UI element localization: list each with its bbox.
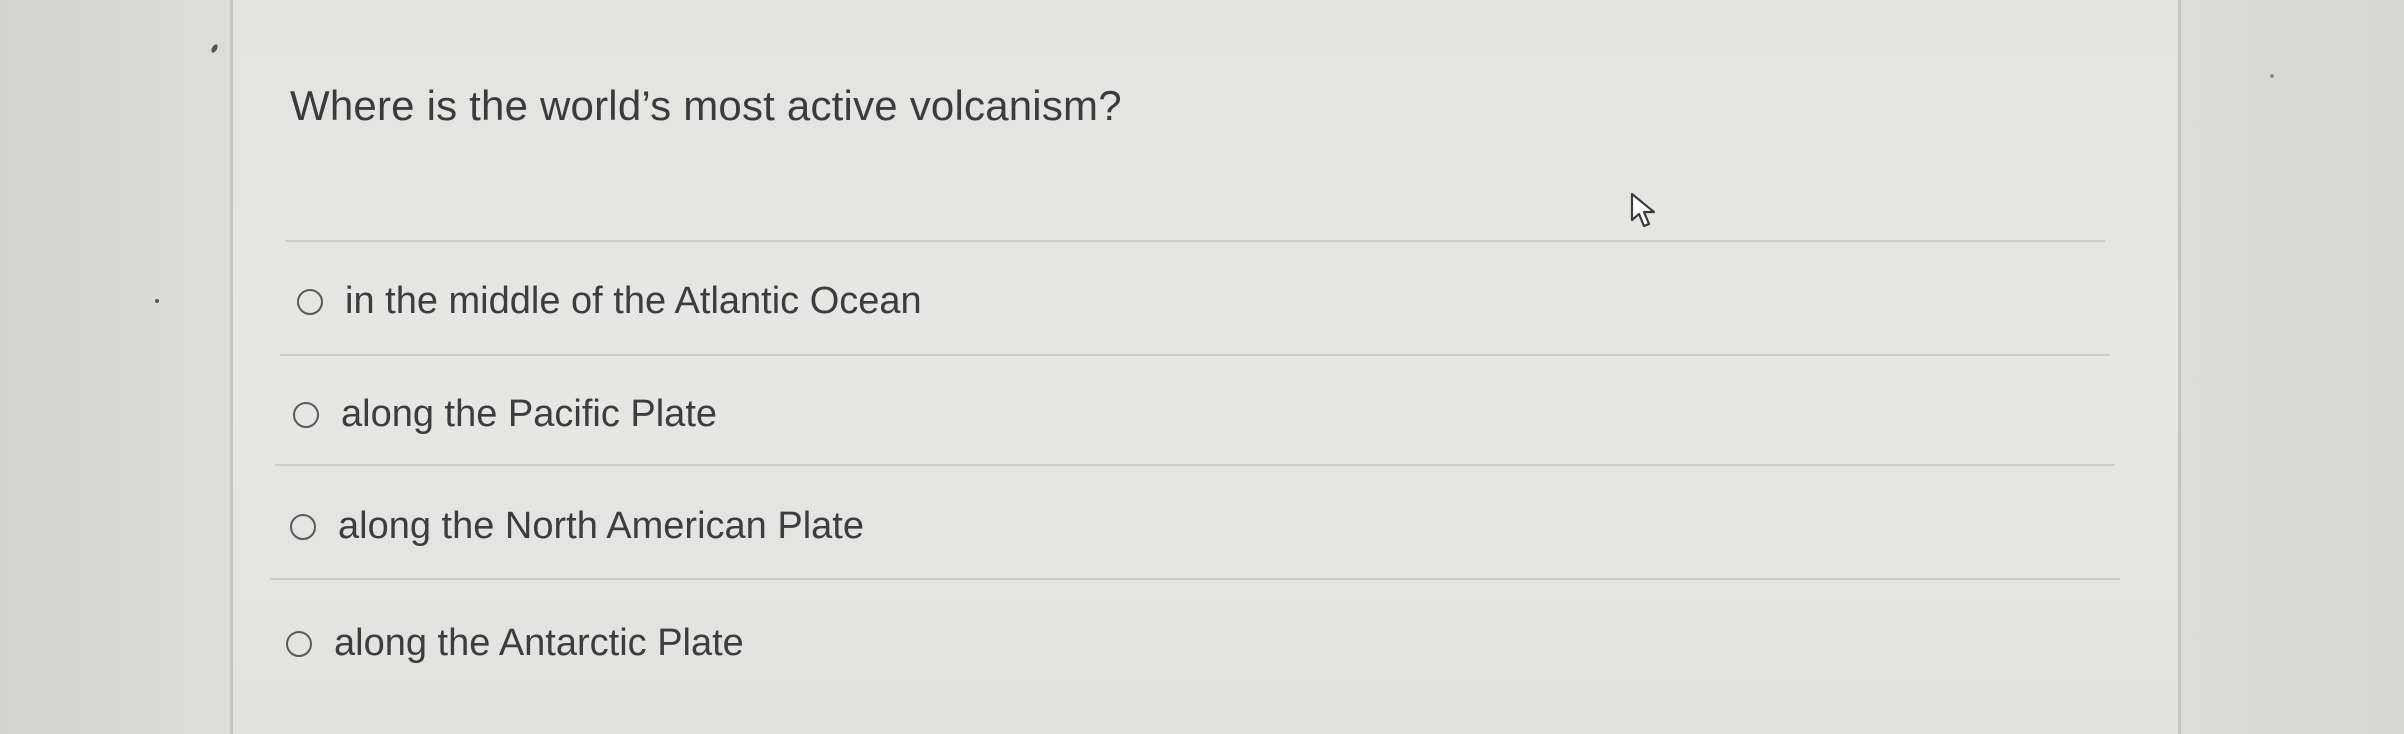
hand-pointer-icon xyxy=(1630,192,1656,228)
divider xyxy=(270,578,2120,580)
page-right-edge xyxy=(2178,0,2181,734)
divider xyxy=(275,464,2115,466)
radio-unselected-icon[interactable] xyxy=(290,513,316,540)
answer-option-atlantic[interactable]: in the middle of the Atlantic Ocean xyxy=(297,280,922,323)
radio-unselected-icon[interactable] xyxy=(286,630,312,657)
dust-speck xyxy=(155,299,159,303)
answer-option-label: along the North American Plate xyxy=(338,505,864,547)
divider xyxy=(280,354,2110,356)
answer-option-label: in the middle of the Atlantic Ocean xyxy=(345,280,922,322)
answer-option-north-american[interactable]: along the North American Plate xyxy=(290,505,864,548)
radio-unselected-icon[interactable] xyxy=(297,288,323,315)
answer-option-label: along the Antarctic Plate xyxy=(334,622,744,664)
divider xyxy=(285,240,2105,242)
answer-option-label: along the Pacific Plate xyxy=(341,393,718,435)
dust-speck xyxy=(2270,74,2274,78)
answer-option-antarctic[interactable]: along the Antarctic Plate xyxy=(286,622,744,665)
answer-option-pacific[interactable]: along the Pacific Plate xyxy=(293,393,717,436)
radio-unselected-icon[interactable] xyxy=(293,401,319,428)
question-text: Where is the world’s most active volcani… xyxy=(290,82,1122,129)
dust-speck xyxy=(210,43,219,54)
